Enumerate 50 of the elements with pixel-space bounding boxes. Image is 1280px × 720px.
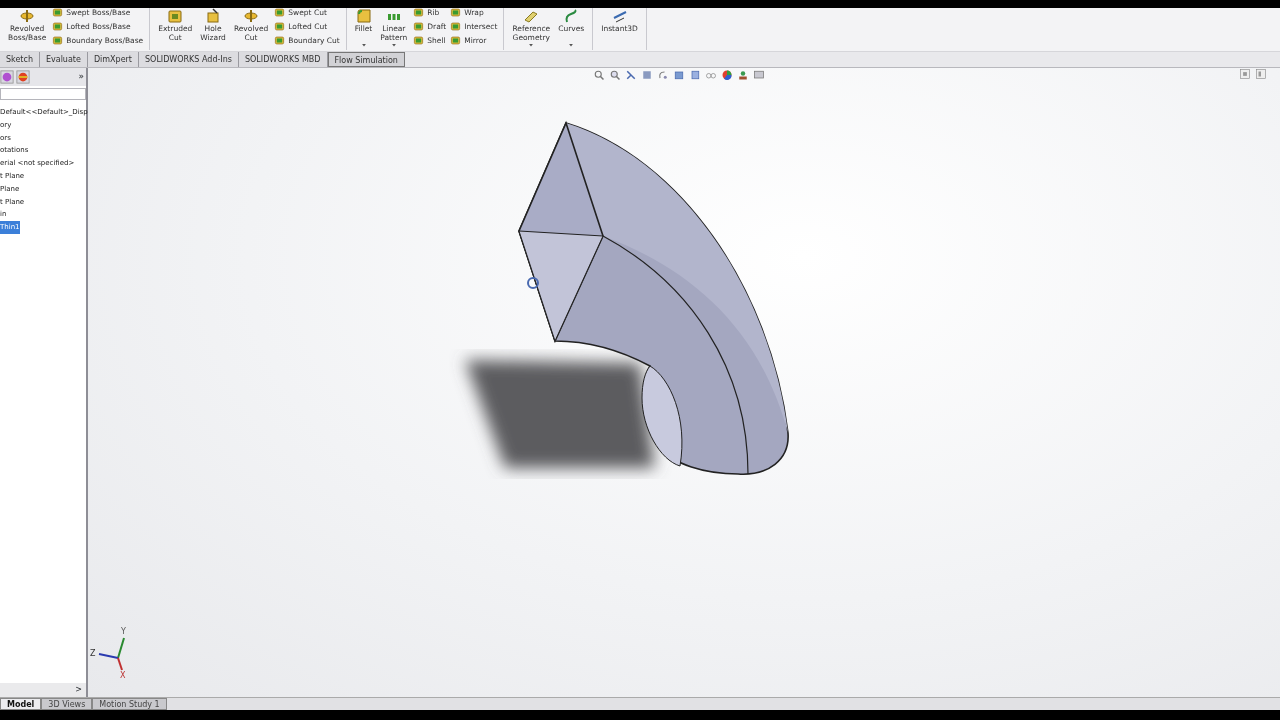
- zoom-icon: [609, 69, 621, 81]
- caret-icon[interactable]: [390, 42, 397, 48]
- axis-label: X: [120, 672, 126, 680]
- feature-icon: [450, 21, 462, 32]
- monitor-icon: [753, 69, 765, 81]
- command-tab[interactable]: SOLIDWORKS Add-Ins: [139, 52, 239, 67]
- feature-icon: [52, 35, 64, 46]
- color-wheel-icon: [721, 69, 733, 81]
- feature-icon: [274, 8, 286, 18]
- command-tab[interactable]: Sketch: [0, 52, 40, 67]
- view-tab[interactable]: 3D Views: [41, 698, 93, 710]
- box-icon: [673, 69, 685, 81]
- feature-icon: [52, 8, 64, 18]
- command-tab[interactable]: DimXpert: [87, 52, 139, 67]
- feature-icon: [413, 35, 425, 46]
- sphere-icon: [0, 70, 14, 84]
- feature-icon: [52, 21, 64, 32]
- feature-icon: [450, 35, 462, 46]
- rotate-cursor-icon: [527, 277, 539, 289]
- scene-icon: [737, 69, 749, 81]
- cube-icon: [167, 8, 184, 24]
- fillet-icon: [355, 8, 372, 24]
- feature-icon: [274, 35, 286, 46]
- command-tab[interactable]: Evaluate: [39, 52, 88, 67]
- axis-triad-icon: [98, 637, 125, 671]
- command-tab[interactable]: SOLIDWORKS MBD: [238, 52, 328, 67]
- view-tab[interactable]: Model: [0, 698, 42, 710]
- drill-icon: [205, 8, 222, 24]
- section-icon: [625, 69, 637, 81]
- appearance-icon: [16, 70, 30, 84]
- box-icon: [689, 69, 701, 81]
- rotate-icon: [657, 69, 669, 81]
- axis-label: Y: [121, 628, 126, 636]
- cube-icon: [641, 69, 653, 81]
- command-tab[interactable]: Flow Simulation: [327, 52, 405, 67]
- filter-field[interactable]: [0, 88, 86, 100]
- zoom-icon: [593, 69, 605, 81]
- caret-icon[interactable]: [360, 42, 367, 48]
- feature-icon: [274, 21, 286, 32]
- view-tab[interactable]: Motion Study 1: [92, 698, 167, 710]
- axis-label: Z: [90, 650, 96, 658]
- caret-icon[interactable]: [528, 42, 535, 48]
- feature-icon: [450, 8, 462, 18]
- caret-icon[interactable]: [568, 42, 575, 48]
- revolve-icon: [19, 8, 36, 24]
- feature-icon: [413, 8, 425, 18]
- arrow-icon: [611, 8, 628, 24]
- expand-button[interactable]: »: [78, 70, 84, 84]
- feature-icon: [413, 21, 425, 32]
- revolve-icon: [243, 8, 260, 24]
